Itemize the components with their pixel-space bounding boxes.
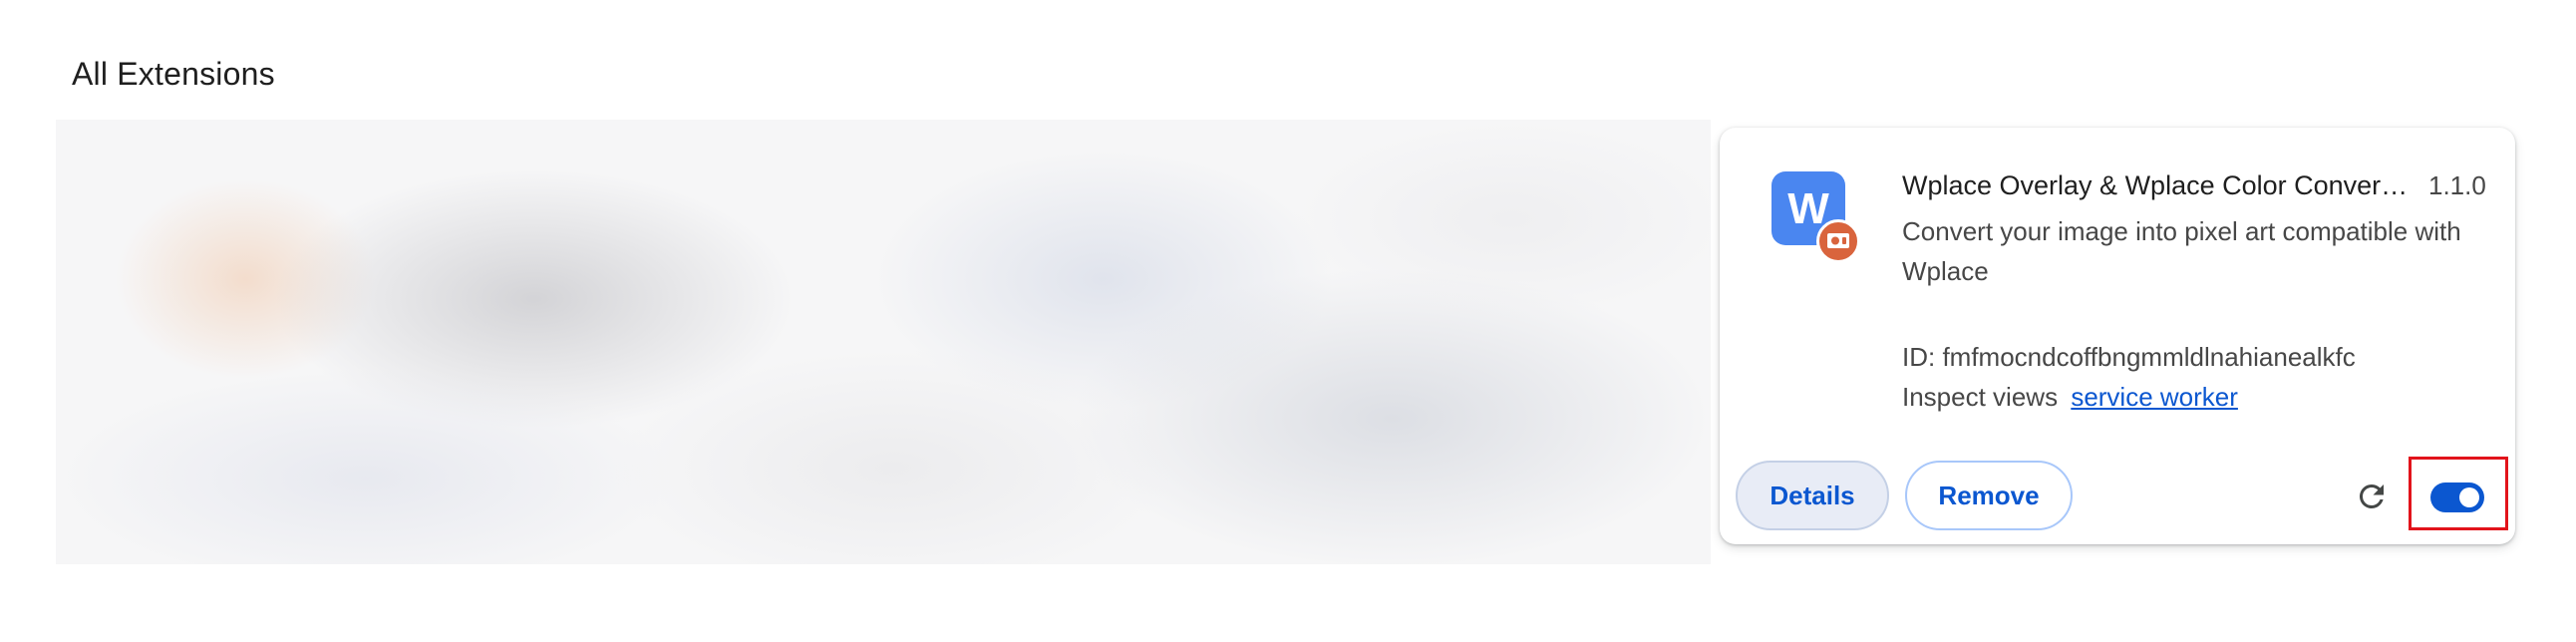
blurred-extension-cards (56, 120, 1711, 564)
extension-version: 1.1.0 (2428, 169, 2486, 200)
reload-icon[interactable] (2354, 479, 2390, 514)
enable-toggle[interactable] (2430, 482, 2484, 512)
inspect-views-row: Inspect views service worker (1902, 377, 2238, 417)
service-worker-link[interactable]: service worker (2071, 382, 2238, 412)
section-title: All Extensions (72, 56, 275, 92)
policy-badge-icon (1816, 219, 1860, 263)
extension-name: Wplace Overlay & Wplace Color Convert... (1902, 169, 2411, 200)
details-button[interactable]: Details (1736, 461, 1889, 530)
toggle-knob (2459, 487, 2479, 507)
extension-id: ID: fmfmocndcoffbngmmldlnahianealkfc (1902, 342, 2356, 372)
inspect-views-label: Inspect views (1902, 382, 2059, 412)
toggle-highlight-box (2409, 457, 2508, 530)
extension-name-row: Wplace Overlay & Wplace Color Convert...… (1902, 165, 2490, 205)
extension-description: Convert your image into pixel art compat… (1902, 216, 2461, 286)
remove-button[interactable]: Remove (1905, 461, 2073, 530)
extension-card: W Wplace Overlay & Wplace Color Convert.… (1720, 128, 2515, 544)
